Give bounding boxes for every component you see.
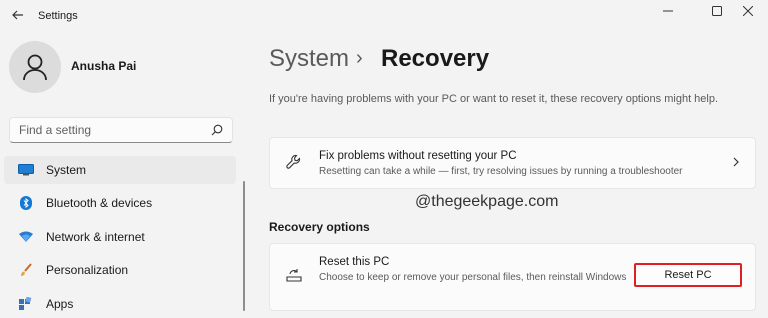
- search-box[interactable]: [9, 117, 233, 143]
- minimize-button[interactable]: [654, 2, 682, 20]
- breadcrumb-parent[interactable]: System: [269, 45, 349, 73]
- user-name: Anusha Pai: [71, 59, 137, 73]
- close-icon: [743, 6, 753, 16]
- maximize-button[interactable]: [703, 2, 731, 20]
- page-title: Recovery: [381, 45, 490, 72]
- chevron-right-icon[interactable]: [730, 155, 742, 169]
- section-title: Recovery options: [269, 220, 370, 234]
- fix-card-title: Fix problems without resetting your PC: [319, 150, 517, 162]
- sidebar-item-bluetooth[interactable]: Bluetooth & devices: [4, 189, 236, 217]
- back-arrow-icon: [12, 10, 23, 20]
- reset-card-description: Choose to keep or remove your personal f…: [319, 272, 627, 283]
- sidebar-item-apps[interactable]: Apps: [4, 290, 236, 318]
- sidebar-item-personalization[interactable]: Personalization: [4, 256, 236, 284]
- sidebar-item-system[interactable]: System: [4, 156, 236, 184]
- back-button[interactable]: [10, 7, 26, 23]
- reset-pc-icon: [286, 269, 302, 282]
- user-icon: [23, 54, 47, 81]
- brush-icon: [18, 263, 34, 277]
- network-icon: [18, 230, 34, 244]
- sidebar-item-label: Bluetooth & devices: [46, 196, 153, 210]
- app-title: Settings: [38, 10, 78, 22]
- watermark-text: @thegeekpage.com: [415, 193, 559, 210]
- maximize-icon: [712, 6, 722, 16]
- search-input[interactable]: [19, 118, 204, 142]
- fix-card-description: Resetting can take a while — first, try …: [319, 166, 683, 177]
- intro-text: If you're having problems with your PC o…: [269, 93, 719, 105]
- bluetooth-icon: [18, 196, 34, 210]
- avatar[interactable]: [9, 41, 61, 93]
- sidebar-item-label: Personalization: [46, 263, 129, 277]
- fix-problems-card[interactable]: [269, 137, 756, 189]
- sidebar-item-label: Apps: [46, 297, 74, 311]
- breadcrumb-separator: ›: [356, 47, 363, 69]
- system-icon: [18, 163, 34, 177]
- reset-card-title: Reset this PC: [319, 256, 390, 268]
- apps-icon: [18, 297, 34, 311]
- sidebar-scrollbar[interactable]: [243, 181, 245, 311]
- reset-pc-button[interactable]: Reset PC: [634, 263, 742, 287]
- close-button[interactable]: [734, 2, 762, 20]
- sidebar-item-label: System: [46, 163, 87, 177]
- sidebar-item-label: Network & internet: [46, 230, 145, 244]
- wrench-icon: [286, 154, 301, 169]
- minimize-icon: [663, 10, 673, 12]
- sidebar-item-network[interactable]: Network & internet: [4, 223, 236, 251]
- search-icon[interactable]: [211, 124, 223, 136]
